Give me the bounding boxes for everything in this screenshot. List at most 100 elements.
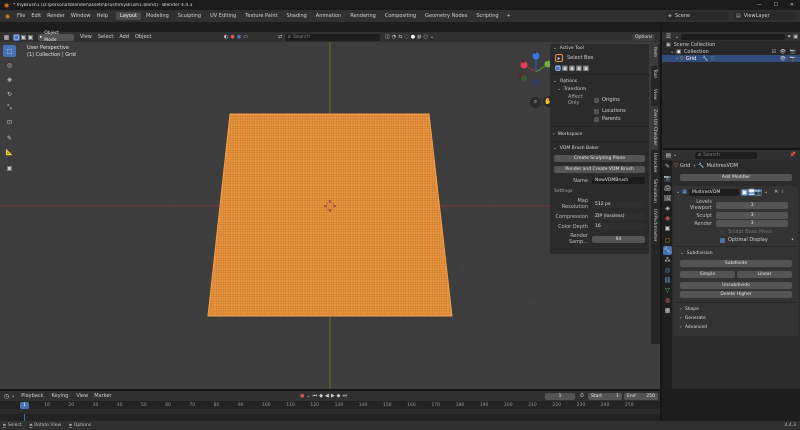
editor-type-icon[interactable]: ▦ (2, 33, 11, 42)
viewport-visibility-icon[interactable]: ◐ (224, 34, 228, 40)
generate-subpanel-header[interactable]: › Generate (676, 314, 796, 323)
menu-playback[interactable]: Playback (21, 393, 43, 399)
shading-options-icon[interactable]: ⌄ (430, 34, 434, 40)
properties-search[interactable]: ⌕ Search (695, 151, 758, 159)
current-frame-field[interactable]: 1 (545, 392, 575, 400)
menu-select[interactable]: Select (98, 34, 113, 40)
output-tab-icon[interactable]: 🖨 (663, 184, 672, 193)
tab-modeling[interactable]: Modeling (142, 12, 173, 20)
color-icon[interactable]: ● (230, 34, 234, 40)
annotate-tool-icon[interactable]: ✎ (3, 132, 16, 144)
modifier-name-field[interactable]: MultiresVDM (688, 188, 739, 196)
menu-object[interactable]: Object (135, 34, 151, 40)
outliner-grid[interactable]: › ▽ Grid 🔧 ▽ 👁 📷 (662, 55, 800, 62)
jump-start-icon[interactable]: ⏮ (313, 393, 318, 399)
select-extend-icon[interactable]: ▣ (20, 34, 27, 41)
shape-subpanel-header[interactable]: › Shape (676, 305, 796, 314)
tab-view[interactable]: View (651, 86, 658, 106)
locations-checkbox[interactable] (594, 108, 599, 114)
tool-tab-icon[interactable]: ✎ (663, 162, 672, 171)
close-icon[interactable]: ✕ (774, 189, 778, 195)
transform-orientation-icon[interactable]: ⇄ (278, 34, 282, 40)
menu-help[interactable]: Help (97, 13, 108, 19)
playhead[interactable]: 1 (20, 402, 29, 409)
simple-button[interactable]: Simple (680, 271, 735, 278)
tab-texture-paint[interactable]: Texture Paint (241, 12, 281, 20)
measure-tool-icon[interactable]: 📐 (3, 146, 16, 158)
auto-key-icon[interactable]: ⌄ (306, 393, 310, 399)
parents-checkbox[interactable] (594, 116, 599, 122)
timeline-ruler[interactable]: 1102030405060708090100110120130140150160… (0, 401, 662, 421)
transform-subheader[interactable]: ⌄ Transform (550, 86, 649, 93)
material-shading-icon[interactable]: ◍ (417, 34, 421, 40)
vdm-baker-header[interactable]: ⌄ VDM Brush Baker (550, 144, 649, 153)
drag-handle-icon[interactable]: ⁞ (781, 189, 783, 195)
properties-editor-icon[interactable]: ▤ (664, 151, 673, 160)
compression-dropdown[interactable]: ZIP (lossless) (592, 213, 645, 220)
scale-tool-icon[interactable]: ⤡ (3, 102, 16, 114)
sculpt-base-mesh-checkbox[interactable] (720, 229, 725, 235)
wireframe-shading-icon[interactable]: ◌ (404, 34, 408, 40)
scene-selector[interactable]: ◈ Scene (666, 12, 728, 20)
rendered-shading-icon[interactable]: ○ (423, 34, 427, 40)
unsubdivide-button[interactable]: Unsubdivide (680, 282, 792, 289)
pin-icon[interactable]: 📌 (790, 152, 796, 158)
preview-range-icon[interactable]: ⏱ (580, 393, 584, 399)
tab-unlocker[interactable]: Unlocker (651, 150, 658, 176)
render-levels-field[interactable]: 3 (716, 220, 788, 227)
mode-new-icon[interactable]: ▢ (555, 65, 561, 72)
object-tab-icon[interactable]: ▢ (663, 236, 672, 245)
rotate-tool-icon[interactable]: ↻ (3, 88, 16, 100)
add-workspace-icon[interactable]: + (504, 12, 514, 20)
transform-tool-icon[interactable]: ⊡ (3, 116, 16, 128)
render-create-vdm-button[interactable]: Render and Create VDM Brush (554, 166, 645, 173)
mode-extend-icon[interactable]: ▣ (562, 65, 568, 72)
menu-render[interactable]: Render (47, 13, 65, 19)
eye-icon[interactable]: 👁 (780, 49, 786, 55)
select-subtract-icon[interactable]: ▣ (27, 34, 34, 41)
menu-file[interactable]: File (17, 13, 25, 19)
outliner-editor-icon[interactable]: ☰ (664, 32, 673, 41)
view-layer-tab-icon[interactable]: 🖼 (663, 194, 672, 203)
xray-icon[interactable]: ◫ (385, 34, 390, 40)
render-toggle-icon[interactable]: 📷 (755, 188, 762, 196)
outliner-scene-collection[interactable]: ▣ Scene Collection (662, 41, 800, 48)
sculpt-levels-field[interactable]: 3 (716, 212, 788, 219)
chevron-down-icon[interactable]: ⌄ (676, 189, 680, 195)
select-mode-icon[interactable]: ▢ (13, 33, 20, 41)
scene-tab-icon[interactable]: ◈ (663, 204, 672, 213)
tab-uvpackmaster[interactable]: UVPackmaster (651, 206, 658, 246)
eye-icon[interactable]: 👁 (780, 56, 786, 62)
viewlayer-selector[interactable]: ▤ ViewLayer (734, 12, 796, 20)
viewport[interactable]: X Y Z User Perspective (1) Collection | … (0, 42, 660, 389)
area-separator-horizontal[interactable] (0, 389, 662, 391)
tab-compositing[interactable]: Compositing (381, 12, 420, 20)
play-icon[interactable]: ▶ (331, 393, 335, 399)
physics-tab-icon[interactable]: ◎ (663, 266, 672, 275)
record-icon[interactable]: ● (300, 393, 304, 399)
zoom-icon[interactable]: ⌕ (530, 96, 541, 108)
close-button[interactable]: ✕ (790, 2, 794, 8)
workspace-header[interactable]: › Workspace (550, 130, 649, 139)
jump-end-icon[interactable]: ⏭ (343, 393, 348, 399)
menu-timeline-view[interactable]: View (76, 393, 88, 399)
menu-marker[interactable]: Marker (94, 393, 111, 399)
new-collection-icon[interactable]: ▣ (793, 34, 798, 40)
origins-checkbox[interactable] (594, 97, 599, 103)
cursor-tool-icon[interactable]: ◎ (3, 59, 16, 71)
start-frame-field[interactable]: Start 1 (588, 392, 622, 400)
timeline-editor-icon[interactable]: ◷ (2, 392, 11, 401)
delete-higher-button[interactable]: Delete Higher (680, 291, 792, 298)
name-field[interactable]: NewVDMBrush (592, 177, 645, 184)
tab-scripting[interactable]: Scripting (472, 12, 502, 20)
overlays-icon[interactable]: ◔ (392, 34, 396, 40)
levels-viewport-field[interactable]: 3 (716, 201, 788, 209)
menu-view[interactable]: View (80, 34, 92, 40)
subdivision-subpanel-header[interactable]: ⌄ Subdivision (676, 250, 796, 257)
area-separator-right[interactable] (662, 148, 800, 150)
play-reverse-icon[interactable]: ◀ (325, 393, 329, 399)
select-box-tool-icon[interactable]: ⬚ (3, 45, 16, 57)
header-search[interactable]: ⌕ Search (285, 33, 380, 41)
tab-animation[interactable]: Animation (312, 12, 346, 20)
tab-shading[interactable]: Shading (282, 12, 310, 20)
